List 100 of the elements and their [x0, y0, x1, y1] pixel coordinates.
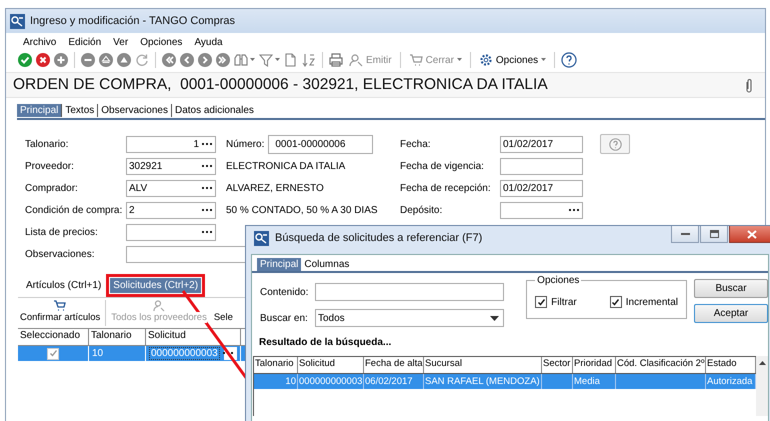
column-header[interactable]: Talonario [254, 357, 298, 373]
input-field[interactable]: 2 [126, 202, 216, 218]
column-header[interactable]: Sector [542, 357, 573, 373]
scroll-up-icon[interactable] [758, 361, 766, 365]
minus-circle-icon[interactable] [81, 53, 95, 67]
input-field[interactable]: ALV [126, 180, 216, 196]
document-title: ORDEN DE COMPRA, 0001-00000006 - 302921, ELECTRONICA DA ITALIA [13, 76, 548, 94]
menu-item[interactable]: Archivo [23, 37, 56, 51]
person-icon [349, 53, 363, 67]
field-description: ELECTRONICA DA ITALIA [226, 160, 346, 172]
column-header[interactable]: Talonario [89, 329, 146, 345]
input-field[interactable] [126, 224, 216, 240]
app-icon [254, 230, 269, 246]
field-label: Fecha: [400, 138, 432, 150]
field-label: Comprador: [25, 182, 79, 194]
field-value: ALV [129, 182, 148, 194]
close-button[interactable] [729, 226, 770, 243]
tab[interactable]: Solicitudes (Ctrl+2) [110, 278, 202, 292]
table-cell: 10 [285, 376, 296, 387]
check-circle-icon[interactable] [18, 53, 32, 67]
first-icon[interactable] [162, 53, 176, 67]
field-value: 01/02/2017 [503, 182, 554, 194]
tab[interactable]: Columnas [301, 258, 352, 271]
tab[interactable]: Principal [17, 104, 62, 116]
dropdown[interactable]: Todos [315, 309, 504, 327]
menu-item[interactable]: Edición [68, 37, 102, 51]
field-label: Depósito: [400, 204, 444, 216]
help-button[interactable] [600, 134, 630, 154]
minimize-button[interactable] [671, 226, 699, 243]
ellipsis-icon[interactable] [202, 142, 212, 146]
minimize-icon [680, 233, 690, 235]
input-field[interactable]: 01/02/2017 [500, 180, 583, 196]
ellipsis-icon[interactable] [223, 352, 233, 355]
table-cell: 10 [89, 346, 146, 361]
ellipsis-icon[interactable] [202, 230, 212, 234]
tab[interactable]: Observaciones [98, 104, 171, 116]
dialog-title: Búsqueda de solicitudes a referenciar (F7) [275, 232, 482, 244]
caret-icon[interactable] [275, 58, 280, 62]
ellipsis-icon[interactable] [569, 208, 579, 212]
checkbox[interactable] [535, 296, 548, 308]
filter-icon[interactable] [259, 53, 273, 67]
printer-icon[interactable] [329, 53, 343, 67]
dialog-button[interactable]: Buscar [694, 279, 768, 298]
tab[interactable]: Artículos (Ctrl+1) [23, 278, 104, 292]
checkbox-label[interactable]: Incremental [626, 296, 678, 308]
column-header[interactable]: Cód. Clasificación 2º [616, 357, 706, 373]
column-header[interactable]: Solicitud [146, 329, 241, 345]
column-header[interactable]: Prioridad [573, 357, 616, 373]
scrollbar[interactable] [756, 356, 768, 416]
document-icon[interactable] [284, 53, 298, 67]
close-circle-icon[interactable] [36, 53, 50, 67]
column-header[interactable]: Fecha de alta [364, 357, 424, 373]
field-label: Talonario: [25, 138, 70, 150]
paperclip-icon[interactable] [745, 78, 753, 92]
up-circle-icon[interactable] [117, 53, 131, 67]
column-header[interactable]: Seleccionado [18, 329, 89, 345]
input-field[interactable]: 302921 [126, 158, 216, 174]
maximize-icon [710, 230, 718, 238]
input-field[interactable] [500, 158, 583, 174]
field-label: Fecha de vigencia: [400, 160, 485, 172]
help-icon[interactable] [561, 52, 578, 68]
caret-icon[interactable] [250, 58, 255, 62]
binoculars-icon[interactable] [234, 53, 248, 67]
caret-icon [456, 58, 462, 62]
tab[interactable]: Principal [257, 258, 302, 271]
plus-circle-icon[interactable] [54, 53, 68, 67]
sort-icon[interactable] [302, 53, 316, 67]
tab[interactable]: Datos adicionales [172, 104, 257, 116]
person-icon [152, 300, 166, 312]
input-field[interactable] [315, 283, 504, 301]
app-icon [10, 14, 25, 28]
last-icon[interactable] [216, 53, 230, 67]
tab[interactable]: Textos [62, 104, 98, 116]
help-icon [608, 138, 622, 150]
menu-item[interactable]: Opciones [140, 37, 182, 51]
column-header[interactable]: Solicitud [298, 357, 364, 373]
ellipsis-icon[interactable] [202, 164, 212, 168]
menu-item[interactable]: Ayuda [194, 37, 223, 51]
maximize-button[interactable] [700, 226, 728, 243]
ellipsis-icon[interactable] [202, 186, 212, 190]
input-field[interactable]: 0001-00000006 [268, 134, 374, 154]
input-field[interactable]: 1 [126, 136, 216, 152]
next-icon[interactable] [198, 53, 212, 67]
results-title: Resultado de la búsqueda... [259, 337, 392, 350]
refresh-icon[interactable] [135, 53, 149, 67]
input-field[interactable]: 01/02/2017 [500, 136, 583, 152]
cart-icon [408, 53, 423, 67]
toolbar-button[interactable]: Sele [212, 300, 235, 323]
toolbar-button[interactable]: Confirmar artículos [18, 300, 102, 323]
checkbox[interactable] [610, 296, 622, 308]
table-cell: Autorizada [707, 376, 752, 387]
menu-item[interactable]: Ver [113, 37, 128, 51]
toolbar-button[interactable]: Opciones [476, 53, 548, 67]
previous-icon[interactable] [180, 53, 194, 67]
input-field[interactable] [500, 202, 583, 218]
eject-icon[interactable] [99, 53, 113, 67]
ellipsis-icon[interactable] [202, 208, 212, 212]
checkbox-label[interactable]: Filtrar [551, 296, 577, 308]
dialog-button[interactable]: Aceptar [694, 304, 768, 323]
column-header[interactable]: Sucursal [424, 357, 542, 373]
